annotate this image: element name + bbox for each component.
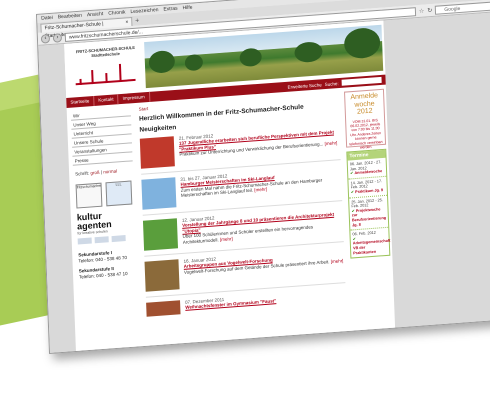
tree-shape	[343, 26, 381, 60]
forward-button[interactable]: ›	[52, 32, 63, 43]
news-more-link[interactable]: [mehr]	[331, 258, 344, 264]
reload-icon[interactable]: ↻	[427, 6, 432, 13]
menu-item-datei[interactable]: Datei	[41, 14, 53, 23]
nav-kontakt[interactable]: Kontakt	[94, 94, 119, 106]
menu-item-chronik[interactable]: Chronik	[108, 8, 125, 17]
web-page: FRITZ-SCHUMACHER-SCHULE Stadtteilschule	[64, 20, 396, 353]
news-thumbnail[interactable]	[139, 136, 175, 169]
site-search-label: Suche:	[324, 80, 339, 87]
stage: Datei Bearbeiten Ansicht Chronik Lesezei…	[0, 0, 490, 399]
termin-date: 06. Feb. 2012	[352, 230, 376, 237]
news-more-link[interactable]: [mehr]	[254, 187, 267, 193]
menu-item-ansicht[interactable]: Ansicht	[87, 10, 104, 19]
termin-title: Arbeitsgemeinschaft VB der Praktikanten	[352, 238, 391, 255]
main-content: Start Herzlich Willkommen in der Fritz-S…	[139, 92, 347, 339]
news-thumbnail[interactable]	[142, 218, 179, 251]
news-body: 12. Januar 2012 Vorstellung der Jahrgäng…	[182, 206, 344, 253]
news-body: 07. Dezember 2011 Weihnachtsfenster im G…	[185, 293, 277, 336]
sponsor-logo[interactable]	[111, 235, 126, 243]
news-more-link[interactable]: [mehr]	[325, 140, 338, 146]
tree-shape	[184, 53, 204, 72]
anmeldewoche-box[interactable]: Anmelde woche 2012 VOM 31.01. BIS 06.02.…	[344, 88, 387, 150]
school-name: FRITZ-SCHUMACHER-SCHULE Stadtteilschule	[75, 44, 136, 59]
termin-title: Praktikum Jg. 9	[355, 188, 384, 195]
search-input[interactable]: Google	[435, 0, 490, 15]
news-thumbnail[interactable]	[144, 259, 180, 292]
school-logo[interactable]	[75, 59, 136, 86]
font-size-large-link[interactable]: groß	[90, 170, 99, 176]
anmelde-year: 2012	[356, 107, 373, 116]
termin-item[interactable]: 25. Jan. 2012 - 25. Feb. 2012 ✔ Projektw…	[349, 195, 389, 231]
sponsor-logos	[76, 234, 136, 245]
news-body: 21. Februar 2012 137 Jugendliche erarbei…	[179, 124, 341, 171]
termin-item[interactable]: 06. Feb. 2012 ✔ Arbeitsgemeinschaft VB d…	[350, 228, 391, 258]
news-body: 16. Januar 2012 Arbeitsgruppen aus Vogel…	[183, 247, 344, 294]
sponsor-logo[interactable]	[77, 237, 92, 245]
forward-arrow-icon: ›	[56, 33, 59, 41]
nav-startseite[interactable]: Startseite	[66, 95, 95, 109]
back-arrow-icon: ‹	[44, 34, 47, 41]
partner-logo-lll[interactable]: LLL	[105, 180, 133, 207]
font-size-label: Schrift:	[75, 170, 90, 177]
termin-title: Anmeldewoche	[354, 169, 383, 176]
font-size-normal-link[interactable]: normal	[103, 168, 117, 174]
news-item: 07. Dezember 2011 Weihnachtsfenster im G…	[146, 288, 347, 339]
tree-shape	[294, 41, 323, 64]
sidebar: Wir Unser Weg Unterricht Unsere Schule V…	[70, 107, 137, 280]
close-tab-icon[interactable]: ×	[125, 18, 128, 26]
bookmark-star-icon[interactable]: ☆	[419, 7, 425, 14]
termine-box: Termine 06. Jan. 2012 - 27. Jan. 2012 ✔ …	[346, 148, 391, 259]
checkmark-icon: ✔	[350, 190, 355, 195]
menu-item-extras[interactable]: Extras	[163, 5, 177, 14]
tree-shape	[148, 49, 176, 74]
partner-logos: fritzschumacher LLL	[74, 180, 135, 209]
nav-impressum[interactable]: Impressum	[118, 91, 150, 105]
partner-logo-fritzschumacher[interactable]: fritzschumacher	[75, 182, 103, 209]
news-thumbnail[interactable]	[146, 300, 181, 317]
font-size-switcher: Schrift: groß | normal	[75, 168, 118, 177]
right-column: Anmelde woche 2012 VOM 31.01. BIS 06.02.…	[344, 88, 391, 259]
advanced-search-link[interactable]: Erweiterte Suche	[287, 82, 324, 90]
site-search-input[interactable]	[341, 76, 382, 86]
menu-item-hilfe[interactable]: Hilfe	[182, 4, 192, 13]
sponsor-logo[interactable]	[94, 236, 109, 244]
new-tab-button[interactable]: +	[132, 17, 142, 26]
checkmark-icon: ✔	[350, 171, 354, 176]
contact-block: Sekundarstufe I Telefon: 040 - 538 48 70…	[76, 248, 137, 280]
termin-title: Projektwoche zur Berufsorientierung Jg. …	[351, 207, 387, 227]
news-more-link[interactable]: [mehr]	[220, 236, 233, 242]
page-viewport: FRITZ-SCHUMACHER-SCHULE Stadtteilschule	[38, 11, 490, 354]
tree-shape	[239, 47, 263, 68]
news-body: 31. bis 27. Januar 2012 Hamburger Meiste…	[180, 165, 342, 212]
anmelde-dates: VOM 31.01. BIS 06.02.2012, jeweils von 7…	[349, 117, 383, 150]
news-thumbnail[interactable]	[141, 177, 177, 210]
browser-window: Datei Bearbeiten Ansicht Chronik Lesezei…	[36, 0, 490, 354]
back-button[interactable]: ‹	[40, 33, 51, 44]
